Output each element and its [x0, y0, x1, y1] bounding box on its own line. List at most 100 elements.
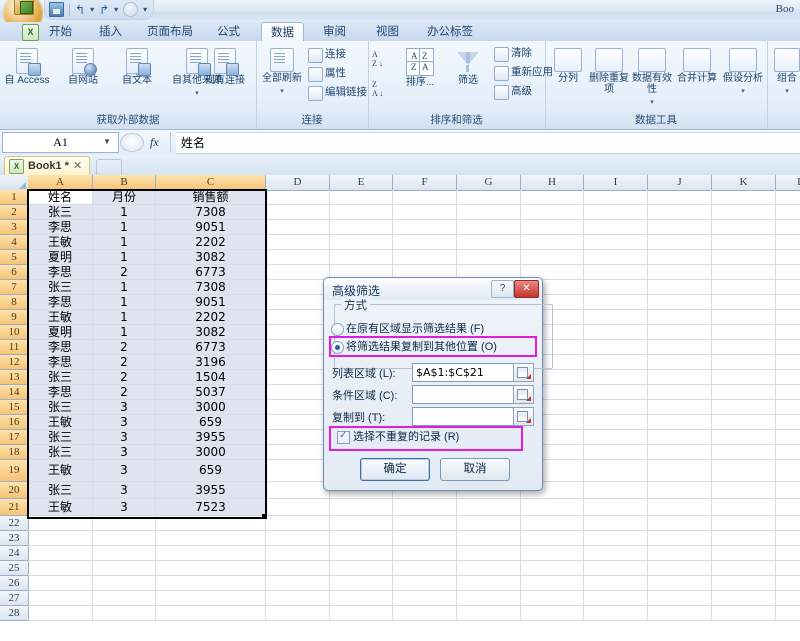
cell-D13[interactable]	[266, 370, 330, 385]
cell-A3[interactable]: 李思	[28, 220, 93, 235]
cell-G25[interactable]	[457, 561, 521, 576]
cell-G28[interactable]	[457, 606, 521, 621]
cell-J9[interactable]	[648, 310, 712, 325]
cell-H28[interactable]	[521, 606, 584, 621]
cell-F27[interactable]	[393, 591, 457, 606]
tab-review[interactable]: 审阅	[314, 23, 355, 41]
cell-I16[interactable]	[584, 415, 648, 430]
tab-view[interactable]: 视图	[367, 23, 408, 41]
cell-C20[interactable]: 3955	[156, 482, 266, 499]
cell-D7[interactable]	[266, 280, 330, 295]
cell-L6[interactable]	[776, 265, 800, 280]
cell-C18[interactable]: 3000	[156, 445, 266, 460]
cell-I10[interactable]	[584, 325, 648, 340]
row-header-11[interactable]: 11	[0, 340, 29, 355]
cell-D19[interactable]	[266, 460, 330, 482]
cell-A20[interactable]: 张三	[28, 482, 93, 499]
cell-I1[interactable]	[584, 190, 648, 205]
cell-D17[interactable]	[266, 430, 330, 445]
cell-D8[interactable]	[266, 295, 330, 310]
cell-D21[interactable]	[266, 499, 330, 516]
cell-C1[interactable]: 销售额	[156, 190, 266, 205]
cell-B9[interactable]: 1	[93, 310, 156, 325]
cancel-button[interactable]: 取消	[440, 458, 510, 481]
cell-G26[interactable]	[457, 576, 521, 591]
cell-L12[interactable]	[776, 355, 800, 370]
cell-H26[interactable]	[521, 576, 584, 591]
cell-F21[interactable]	[393, 499, 457, 516]
cell-I20[interactable]	[584, 482, 648, 499]
cell-A15[interactable]: 张三	[28, 400, 93, 415]
row-header-20[interactable]: 20	[0, 482, 29, 499]
cell-B22[interactable]	[93, 516, 156, 531]
cell-A13[interactable]: 张三	[28, 370, 93, 385]
formula-input[interactable]: 姓名	[176, 132, 800, 154]
cell-E26[interactable]	[330, 576, 393, 591]
cell-C25[interactable]	[156, 561, 266, 576]
cell-J17[interactable]	[648, 430, 712, 445]
cell-C21[interactable]: 7523	[156, 499, 266, 516]
row-header-17[interactable]: 17	[0, 430, 29, 445]
cell-L26[interactable]	[776, 576, 800, 591]
cell-F22[interactable]	[393, 516, 457, 531]
cell-K6[interactable]	[712, 265, 776, 280]
cell-C23[interactable]	[156, 531, 266, 546]
cell-G3[interactable]	[457, 220, 521, 235]
cell-A4[interactable]: 王敏	[28, 235, 93, 250]
customize-qat-icon[interactable]: ▾	[143, 5, 147, 14]
cell-C10[interactable]: 3082	[156, 325, 266, 340]
cell-K3[interactable]	[712, 220, 776, 235]
cell-B4[interactable]: 1	[93, 235, 156, 250]
cell-J6[interactable]	[648, 265, 712, 280]
cell-B28[interactable]	[93, 606, 156, 621]
cell-B11[interactable]: 2	[93, 340, 156, 355]
cell-C4[interactable]: 2202	[156, 235, 266, 250]
advanced-filter-button[interactable]: 高级	[494, 83, 532, 100]
cell-I17[interactable]	[584, 430, 648, 445]
row-header-26[interactable]: 26	[0, 576, 29, 591]
cell-J23[interactable]	[648, 531, 712, 546]
cell-L16[interactable]	[776, 415, 800, 430]
cell-B18[interactable]: 3	[93, 445, 156, 460]
column-header-k[interactable]: K	[712, 175, 776, 191]
cell-H21[interactable]	[521, 499, 584, 516]
cell-L20[interactable]	[776, 482, 800, 499]
cell-L22[interactable]	[776, 516, 800, 531]
cell-A12[interactable]: 李思	[28, 355, 93, 370]
cell-H2[interactable]	[521, 205, 584, 220]
range-picker-icon-copyto[interactable]	[513, 407, 534, 426]
cell-E28[interactable]	[330, 606, 393, 621]
name-box[interactable]: A1	[2, 132, 119, 153]
cell-E27[interactable]	[330, 591, 393, 606]
data-validation-dropdown-icon[interactable]: ▾	[650, 99, 654, 106]
cell-L9[interactable]	[776, 310, 800, 325]
row-header-22[interactable]: 22	[0, 516, 29, 531]
cell-E25[interactable]	[330, 561, 393, 576]
cell-B8[interactable]: 1	[93, 295, 156, 310]
cell-D5[interactable]	[266, 250, 330, 265]
cell-B10[interactable]: 1	[93, 325, 156, 340]
cell-J25[interactable]	[648, 561, 712, 576]
cell-C19[interactable]: 659	[156, 460, 266, 482]
cell-E22[interactable]	[330, 516, 393, 531]
cell-F5[interactable]	[393, 250, 457, 265]
cell-C28[interactable]	[156, 606, 266, 621]
refresh-all-button[interactable]: 全部刷新 ▾	[258, 48, 306, 96]
consolidate-button[interactable]: 合并计算	[675, 48, 719, 84]
cell-C9[interactable]: 2202	[156, 310, 266, 325]
cell-K11[interactable]	[712, 340, 776, 355]
cell-C12[interactable]: 3196	[156, 355, 266, 370]
cell-B7[interactable]: 1	[93, 280, 156, 295]
cell-I14[interactable]	[584, 385, 648, 400]
cell-L5[interactable]	[776, 250, 800, 265]
row-header-10[interactable]: 10	[0, 325, 29, 340]
cell-F4[interactable]	[393, 235, 457, 250]
cell-L21[interactable]	[776, 499, 800, 516]
cell-D16[interactable]	[266, 415, 330, 430]
redo-icon[interactable]: ↱	[99, 4, 109, 16]
cell-K15[interactable]	[712, 400, 776, 415]
cell-J12[interactable]	[648, 355, 712, 370]
tab-insert[interactable]: 插入	[90, 23, 131, 41]
cell-A19[interactable]: 王敏	[28, 460, 93, 482]
column-header-f[interactable]: F	[393, 175, 457, 191]
